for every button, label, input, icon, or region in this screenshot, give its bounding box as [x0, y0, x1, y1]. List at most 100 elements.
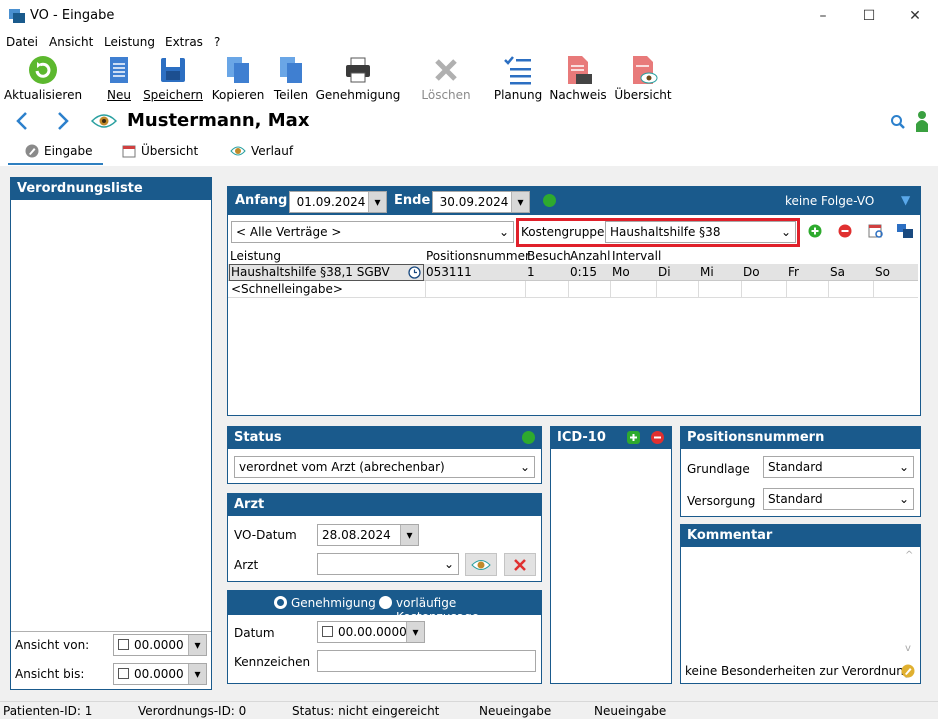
grid-header: Leistung Positionsnummer Besuch Anzahl I…: [228, 248, 920, 264]
vo-date-field[interactable]: 28.08.2024 ▾: [317, 524, 419, 546]
chevron-down-icon[interactable]: ⌄: [895, 489, 913, 509]
menu-bar: Datei Ansicht Leistung Extras ?: [0, 32, 938, 52]
approval-panel: Genehmigung vorläufige Kostenzusage Datu…: [227, 590, 542, 684]
followup-label: keine Folge-VO: [785, 194, 875, 208]
proof-button[interactable]: Nachweis: [549, 54, 607, 106]
chevron-down-icon[interactable]: ▾: [406, 622, 424, 642]
menu-help[interactable]: ?: [214, 35, 220, 49]
cost-group-select[interactable]: Haushaltshilfe §38 ⌄: [605, 221, 796, 243]
copy-icon: [227, 57, 249, 83]
add-icon[interactable]: [808, 224, 822, 238]
approval-button[interactable]: Genehmigung: [316, 54, 400, 106]
view-to-field[interactable]: 00.0000 ▾: [113, 663, 207, 685]
triangle-down-icon[interactable]: ▼: [901, 193, 910, 207]
status-indicator: [522, 431, 535, 444]
radio-approval[interactable]: [274, 596, 287, 609]
split-button[interactable]: Teilen: [273, 54, 309, 106]
care-select[interactable]: Standard ⌄: [763, 488, 914, 510]
scroll-down-icon[interactable]: v: [905, 643, 911, 654]
quick-entry-row[interactable]: <Schnelleingabe>: [228, 281, 918, 298]
new-button[interactable]: Neu: [103, 54, 135, 106]
tab-eingabe[interactable]: Eingabe: [25, 144, 93, 158]
remove-icon[interactable]: [838, 224, 852, 238]
eye-icon: [91, 114, 117, 128]
close-button[interactable]: ✕: [892, 0, 938, 32]
minimize-button[interactable]: –: [800, 0, 846, 32]
table-row[interactable]: Haushaltshilfe §38,1 SGBV 053111 1 0:15 …: [228, 264, 918, 281]
delete-x-icon: [514, 558, 526, 571]
calendar-icon: [122, 145, 136, 158]
chevron-down-icon[interactable]: ▾: [188, 635, 206, 655]
panel-title: Verordnungsliste: [11, 178, 211, 200]
printer-icon: [346, 57, 370, 83]
patient-name: Mustermann, Max: [127, 110, 310, 131]
tab-bar: Eingabe Übersicht Verlauf: [0, 138, 938, 166]
chevron-down-icon[interactable]: ▾: [400, 525, 418, 545]
menu-datei[interactable]: Datei: [6, 35, 38, 49]
comment-panel: Kommentar ^ v keine Besonderheiten zur V…: [680, 524, 921, 684]
chevron-down-icon[interactable]: ▾: [511, 192, 529, 212]
split-icon: [280, 57, 302, 83]
view-doctor-button[interactable]: [465, 553, 497, 576]
panel-title: Arzt: [228, 494, 541, 516]
windows-icon[interactable]: [897, 224, 913, 238]
end-date-field[interactable]: 30.09.2024 ▾: [432, 191, 530, 213]
chevron-down-icon[interactable]: ⌄: [495, 222, 513, 242]
forward-arrow-icon[interactable]: [55, 111, 71, 131]
chevron-down-icon[interactable]: ⌄: [516, 457, 534, 477]
view-from-field[interactable]: 00.0000 ▾: [113, 634, 207, 656]
planning-button[interactable]: Planung: [494, 54, 542, 106]
pencil-icon: [25, 144, 39, 158]
radio-provisional[interactable]: [379, 596, 392, 609]
approval-date-checkbox[interactable]: [322, 626, 333, 637]
save-button[interactable]: Speichern: [143, 54, 203, 106]
refresh-icon: [29, 56, 57, 84]
maximize-button[interactable]: ☐: [846, 0, 892, 32]
eye-icon: [230, 146, 246, 156]
clock-icon[interactable]: [408, 266, 421, 279]
menu-leistung[interactable]: Leistung: [104, 35, 155, 49]
tab-verlauf[interactable]: Verlauf: [230, 144, 293, 158]
basis-select[interactable]: Standard ⌄: [763, 456, 914, 478]
prescription-list-panel: Verordnungsliste Ansicht von: 00.0000 ▾ …: [10, 177, 212, 690]
title-bar: VO - Eingabe – ☐ ✕: [0, 0, 938, 32]
panel-title: Positionsnummern: [681, 427, 920, 449]
overview-button[interactable]: Übersicht: [614, 54, 672, 106]
chevron-down-icon[interactable]: ⌄: [777, 222, 795, 242]
copy-button[interactable]: Kopieren: [212, 54, 264, 106]
add-icon[interactable]: [627, 431, 640, 444]
print-document-icon: [568, 56, 592, 84]
status-select[interactable]: verordnet vom Arzt (abrechenbar) ⌄: [234, 456, 535, 478]
chevron-down-icon[interactable]: ⌄: [440, 554, 458, 574]
start-date-field[interactable]: 01.09.2024 ▾: [289, 191, 387, 213]
back-arrow-icon[interactable]: [14, 111, 30, 131]
comment-footer: keine Besonderheiten zur Verordnung: [685, 664, 912, 678]
tab-uebersicht[interactable]: Übersicht: [122, 144, 198, 158]
reference-input[interactable]: [317, 650, 536, 672]
view-from-checkbox[interactable]: [118, 639, 129, 650]
pencil-icon[interactable]: [901, 664, 915, 678]
remove-icon[interactable]: [651, 431, 664, 444]
user-icon[interactable]: [914, 110, 930, 132]
chevron-down-icon[interactable]: ▾: [188, 664, 206, 684]
status-bar: Patienten-ID: 1 Verordnungs-ID: 0 Status…: [0, 701, 938, 719]
calendar-search-icon[interactable]: [868, 223, 884, 239]
app-icon: [9, 9, 25, 23]
menu-ansicht[interactable]: Ansicht: [49, 35, 93, 49]
search-icon[interactable]: [890, 114, 906, 130]
contract-select[interactable]: < Alle Verträge > ⌄: [231, 221, 514, 243]
approval-date-field[interactable]: 00.00.0000 ▾: [317, 621, 425, 643]
panel-title: Status: [228, 427, 541, 449]
refresh-button[interactable]: Aktualisieren: [4, 54, 82, 106]
toolbar: Aktualisieren Neu Speichern Kopieren Tei…: [0, 52, 938, 106]
view-to-checkbox[interactable]: [118, 668, 129, 679]
delete-x-icon: [435, 59, 457, 81]
doctor-select[interactable]: ⌄: [317, 553, 459, 575]
doctor-panel: Arzt VO-Datum 28.08.2024 ▾ Arzt ⌄: [227, 493, 542, 582]
delete-button[interactable]: Löschen: [421, 54, 471, 106]
chevron-down-icon[interactable]: ▾: [368, 192, 386, 212]
remove-doctor-button[interactable]: [504, 553, 536, 576]
scroll-up-icon[interactable]: ^: [905, 550, 913, 561]
menu-extras[interactable]: Extras: [165, 35, 203, 49]
chevron-down-icon[interactable]: ⌄: [895, 457, 913, 477]
